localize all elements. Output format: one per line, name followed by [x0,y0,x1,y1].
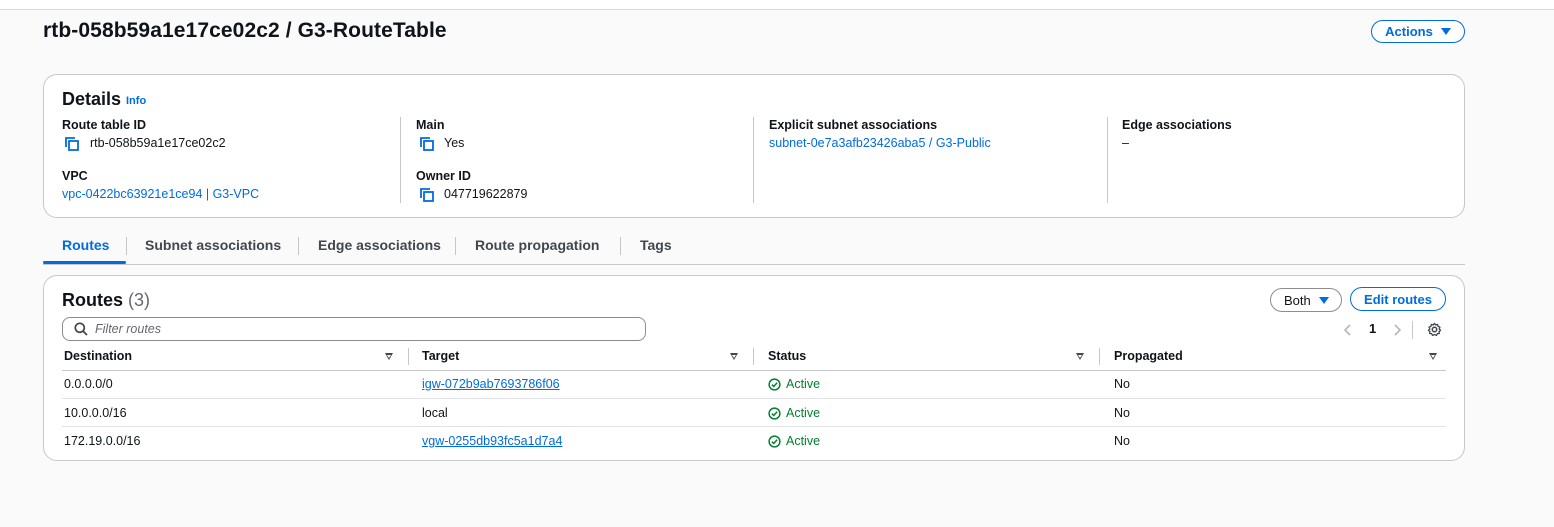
pagination-divider [1412,321,1413,339]
row-divider [62,398,1446,399]
sort-icon[interactable] [1429,353,1437,360]
gear-icon[interactable] [1427,322,1442,337]
tab-separator [126,237,127,255]
column-header-destination[interactable]: Destination [64,349,132,363]
column-separator[interactable] [753,348,754,365]
vpc-link[interactable]: vpc-0422bc63921e1ce94 | G3-VPC [62,187,259,201]
copy-icon[interactable] [420,137,434,151]
check-circle-icon [768,434,781,448]
tab-separator [298,237,299,255]
top-divider [0,9,1554,10]
details-divider [1107,117,1108,203]
row-2-propagated: No [1114,406,1130,420]
row-2-destination: 10.0.0.0/16 [64,406,127,420]
column-header-status[interactable]: Status [768,349,806,363]
row-3-status: Active [768,434,820,448]
tab-edge-associations[interactable]: Edge associations [318,237,441,253]
details-info-link[interactable]: Info [126,95,146,107]
row-2-status: Active [768,406,820,420]
sort-icon[interactable] [385,353,393,360]
check-circle-icon [768,377,781,391]
caret-down-icon [1318,296,1329,304]
both-select[interactable]: Both [1270,288,1342,312]
chevron-left-icon[interactable] [1343,323,1353,337]
column-header-target[interactable]: Target [422,349,459,363]
vpc-label: VPC [62,169,88,183]
row-3-target-link[interactable]: vgw-0255db93fc5a1d7a4 [422,434,562,448]
top-bar [0,0,1554,9]
row-2-status-text: Active [786,406,821,420]
row-1-status-text: Active [786,377,821,391]
search-icon [74,322,88,336]
details-divider [400,117,401,203]
routes-card: Routes (3) Both Edit routes Filter route… [43,275,1465,461]
owner-id-value: 047719622879 [444,187,528,201]
routes-count: (3) [128,290,151,310]
copy-icon[interactable] [65,137,79,151]
row-3-status-text: Active [786,434,821,448]
details-divider [753,117,754,203]
header-divider [62,370,1446,371]
tab-separator [620,237,621,255]
row-divider [62,426,1446,427]
owner-id-label: Owner ID [416,169,471,183]
filter-routes-input[interactable]: Filter routes [62,317,646,341]
route-table-id-label: Route table ID [62,118,147,132]
tab-route-propagation[interactable]: Route propagation [475,237,599,253]
row-3-propagated: No [1114,434,1130,448]
page-title: rtb-058b59a1e17ce02c2 / G3-RouteTable [43,19,447,42]
both-select-value: Both [1284,292,1311,308]
details-title: Details [62,89,122,109]
page-number[interactable]: 1 [1369,321,1376,336]
edit-routes-label: Edit routes [1364,291,1432,307]
explicit-subnet-link[interactable]: subnet-0e7a3afb23426aba5 / G3-Public [769,136,991,150]
row-1-status: Active [768,377,820,391]
tab-separator [455,237,456,255]
actions-button-label: Actions [1385,24,1433,39]
check-circle-icon [768,406,781,420]
actions-button[interactable]: Actions [1371,20,1465,43]
tab-bar: Routes Subnet associations Edge associat… [43,231,1465,265]
tab-subnet-associations[interactable]: Subnet associations [145,237,281,253]
tab-tags[interactable]: Tags [640,237,672,253]
edit-routes-button[interactable]: Edit routes [1350,287,1446,311]
row-1-target-link[interactable]: igw-072b9ab7693786f06 [422,377,560,391]
main-value: Yes [444,136,465,150]
chevron-right-icon[interactable] [1392,323,1402,337]
row-1-destination: 0.0.0.0/0 [64,377,113,391]
edge-associations-value: – [1122,136,1129,150]
column-header-propagated[interactable]: Propagated [1114,349,1183,363]
caret-down-icon [1440,28,1451,35]
row-3-destination: 172.19.0.0/16 [64,434,141,448]
explicit-subnet-label: Explicit subnet associations [769,118,938,132]
main-label: Main [416,118,445,132]
filter-routes-placeholder: Filter routes [95,322,161,336]
column-separator[interactable] [1099,348,1100,365]
routes-title: Routes (3) [62,290,150,311]
routes-title-text: Routes [62,290,124,310]
edge-associations-label: Edge associations [1122,118,1232,132]
row-2-target: local [422,406,448,420]
copy-icon[interactable] [420,188,434,202]
sort-icon[interactable] [1076,353,1084,360]
details-card: Details Info Route table ID rtb-058b59a1… [43,74,1465,218]
sort-icon[interactable] [730,353,738,360]
row-1-propagated: No [1114,377,1130,391]
route-table-id-value: rtb-058b59a1e17ce02c2 [90,136,226,150]
tab-routes[interactable]: Routes [62,237,109,253]
tab-active-indicator [43,261,126,264]
column-separator[interactable] [408,348,409,365]
